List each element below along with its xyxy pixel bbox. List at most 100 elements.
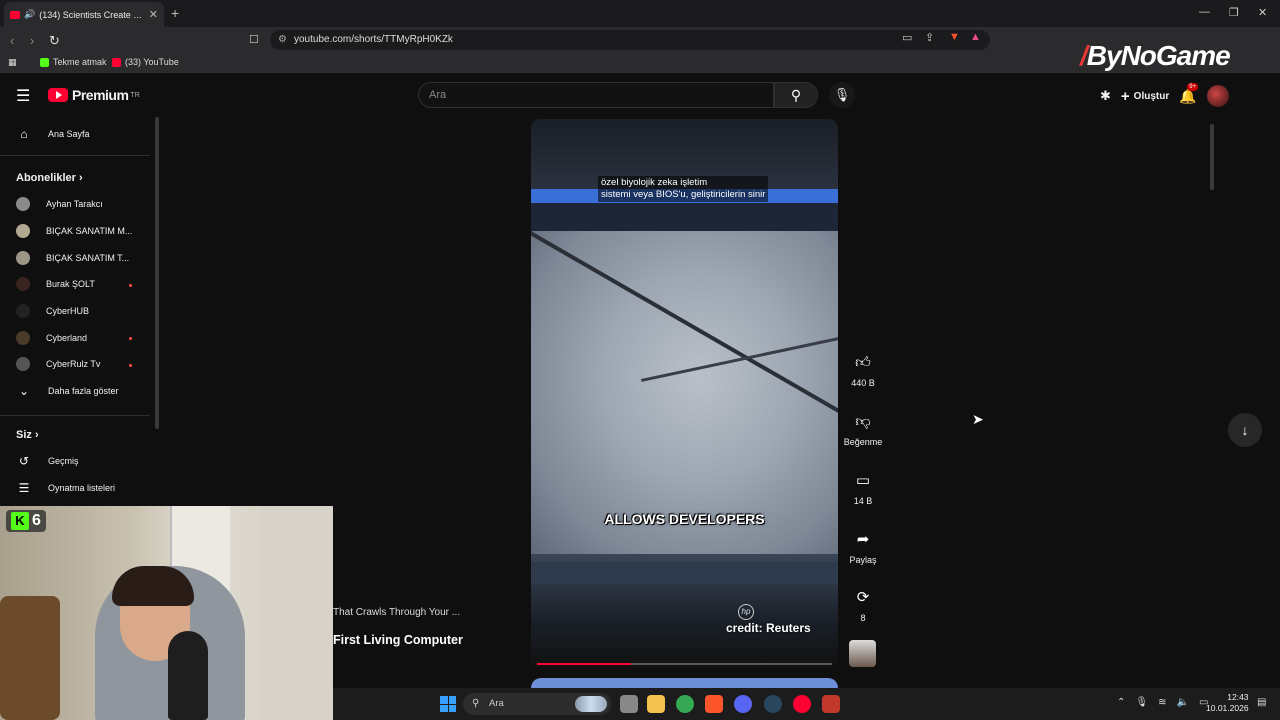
next-video-button[interactable]: ↓ (1228, 413, 1262, 447)
reload-icon[interactable]: ↻ (49, 33, 60, 49)
voice-search-button[interactable]: 🎙 (829, 82, 855, 108)
chrome-icon[interactable] (676, 695, 694, 713)
webcam-chair (0, 596, 60, 720)
search-highlight-image (575, 696, 607, 712)
avatar[interactable] (1206, 85, 1229, 107)
clock[interactable]: 12:43 10.01.2026 (1206, 692, 1249, 714)
sidebar-item-subscription[interactable]: Cyberland (0, 326, 150, 350)
new-tab-button[interactable]: + (171, 5, 179, 21)
bookmark-kick[interactable]: Tekme atmak (40, 57, 107, 67)
microphone-icon[interactable]: 🎙 (1135, 697, 1148, 708)
brave-shield-icon[interactable]: ▼ (949, 31, 960, 43)
thumbs-up-icon: 👍︎ (855, 354, 871, 371)
wifi-icon[interactable]: ≋ (1158, 697, 1166, 708)
taskbar-search[interactable]: ⚲ Ara (463, 693, 611, 715)
site-info-icon[interactable]: ⚙ (278, 30, 287, 50)
close-window-button[interactable]: ✕ (1258, 6, 1267, 19)
video-frame-tissue (531, 231, 838, 556)
apps-grid-icon[interactable]: ▦ (8, 57, 17, 68)
browser-tab[interactable]: 🔊 (134) Scientists Create World ✕ (4, 2, 164, 27)
search-button[interactable]: ⚲ (774, 82, 818, 108)
search-input[interactable]: Ara (418, 82, 774, 108)
sidebar-item-playlists[interactable]: ☰ Oynatma listeleri (0, 476, 150, 500)
channel-thumbnail[interactable] (849, 640, 876, 667)
bookmark-icon[interactable]: ☐ (249, 33, 259, 46)
youtube-icon (112, 57, 121, 67)
notification-center-icon[interactable]: ▤ (1257, 697, 1266, 708)
create-label: Oluştur (1133, 90, 1170, 102)
app-icon[interactable] (822, 695, 840, 713)
sidebar-item-subscription[interactable]: Ayhan Tarakcı (0, 192, 150, 216)
short-video-player[interactable]: özel biyolojik zeka işletim sistemi veya… (531, 119, 838, 668)
tab-close-icon[interactable]: ✕ (149, 8, 158, 21)
notifications-button[interactable]: 🔔 9+ (1179, 82, 1199, 105)
back-arrow-icon[interactable]: ‹ (10, 33, 14, 48)
brave-icon[interactable] (705, 695, 723, 713)
divider (0, 415, 150, 416)
share-label: Paylaş (849, 555, 877, 565)
url-field[interactable]: ⚙ youtube.com/shorts/TTMyRpH0KZk (270, 30, 990, 50)
share-button[interactable]: ➦ Paylaş (843, 531, 883, 565)
forward-arrow-icon[interactable]: › (30, 33, 34, 48)
dislike-button[interactable]: 👎︎ Beğenme (843, 413, 883, 447)
task-view-icon[interactable] (620, 695, 638, 713)
hamburger-menu-icon[interactable]: ☰ (16, 86, 30, 106)
sidebar-scrollbar[interactable] (155, 117, 159, 429)
webcam-wall (260, 506, 333, 720)
discord-icon[interactable] (734, 695, 752, 713)
plus-icon: + (1120, 87, 1130, 105)
you-heading[interactable]: Siz › (16, 429, 39, 441)
bynogame-logo: /ByNoGame (1080, 40, 1231, 71)
like-button[interactable]: 👍︎ 440 B (843, 354, 883, 388)
search-placeholder: Ara (489, 698, 504, 709)
youtube-music-icon[interactable] (793, 695, 811, 713)
steam-icon[interactable] (764, 695, 782, 713)
remix-button[interactable]: ⟳ 8 (843, 589, 883, 623)
history-icon: ↺ (18, 454, 30, 468)
create-button[interactable]: + Oluştur (1121, 88, 1169, 105)
comments-button[interactable]: ▭ 14 B (843, 472, 883, 506)
sidebar-item-subscription[interactable]: BIÇAK SANATIM M... (0, 219, 150, 243)
divider (0, 155, 150, 156)
sidebar-item-subscription[interactable]: Burak ŞOLT (0, 272, 150, 296)
channel-avatar (16, 304, 30, 318)
sidebar-item-label: Oynatma listeleri (48, 483, 116, 493)
kick-viewer-badge: K 6 (6, 510, 46, 532)
cast-icon[interactable]: ▭ (902, 31, 912, 44)
channel-name: CyberRulz Tv (46, 359, 101, 369)
gear-icon[interactable]: ✱ (1100, 88, 1111, 104)
hp-logo: hp (738, 604, 754, 620)
video-progress-bar[interactable] (537, 663, 832, 665)
microphone-icon: 🎙 (833, 87, 851, 102)
webcam-microphone (168, 631, 208, 720)
volume-icon[interactable]: 🔈 (1176, 697, 1188, 708)
sidebar-item-show-more[interactable]: ⌄ Daha fazla göster (0, 379, 150, 403)
windows-start-icon[interactable] (440, 696, 456, 712)
comment-icon: ▭ (855, 472, 871, 489)
dislike-label: Beğenme (843, 437, 883, 447)
maximize-button[interactable]: ❐ (1229, 6, 1239, 19)
sidebar-item-home[interactable]: ⌂ Ana Sayfa (0, 122, 150, 146)
page-scrollbar[interactable] (1210, 124, 1214, 190)
live-indicator (129, 337, 132, 340)
sidebar-item-history[interactable]: ↺ Geçmiş (0, 449, 150, 473)
channel-name: Cyberland (46, 333, 88, 343)
subscriptions-heading[interactable]: Abonelikler › (16, 172, 83, 184)
live-indicator (129, 284, 132, 287)
youtube-logo[interactable]: Premium TR (48, 87, 140, 103)
sidebar-item-subscription[interactable]: CyberHUB (0, 299, 150, 323)
minimize-button[interactable]: — (1199, 6, 1210, 18)
sidebar-item-subscription[interactable]: BIÇAK SANATIM T... (0, 246, 150, 270)
chevron-down-icon: ⌄ (18, 384, 30, 398)
chevron-up-icon[interactable]: ⌃ (1117, 697, 1125, 708)
bookmark-youtube[interactable]: (33) YouTube (112, 57, 179, 67)
video-frame-status (531, 562, 838, 584)
chevron-right-icon: › (34, 429, 39, 441)
brave-rewards-icon[interactable]: ▲ (970, 31, 981, 43)
url-text: youtube.com/shorts/TTMyRpH0KZk (294, 34, 453, 45)
share-icon[interactable]: ⇪ (925, 31, 934, 44)
clock-date: 10.01.2026 (1206, 703, 1249, 713)
channel-avatar (16, 277, 30, 291)
file-explorer-icon[interactable] (647, 695, 665, 713)
sidebar-item-subscription[interactable]: CyberRulz Tv (0, 352, 150, 376)
